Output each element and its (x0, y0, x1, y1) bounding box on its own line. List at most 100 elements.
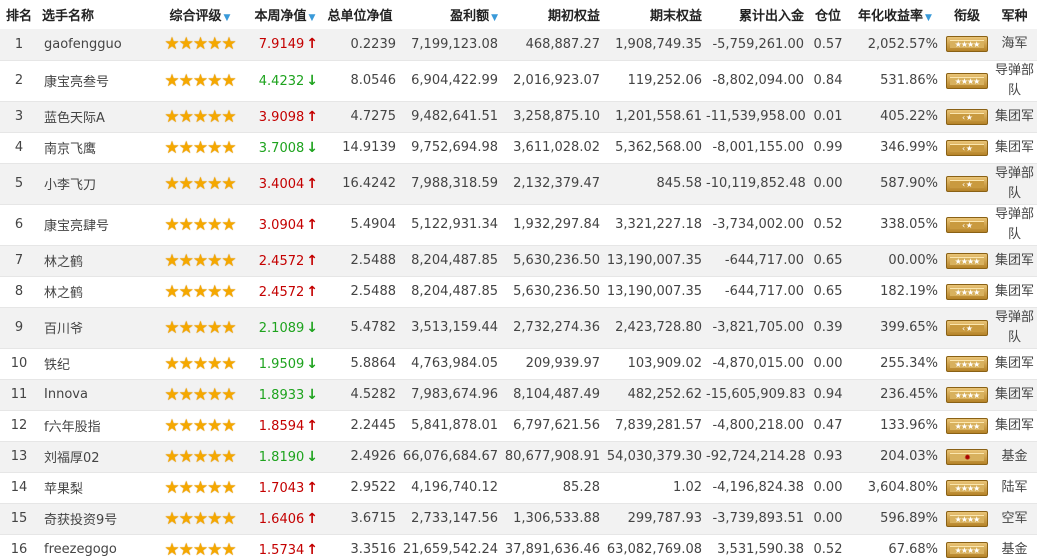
annual-return-cell: 531.86% (848, 60, 942, 102)
rank-cell: 12 (0, 410, 38, 442)
rating-stars: ★★★★★ (150, 472, 250, 504)
rank-badge-icon: ★★★★ (946, 510, 988, 527)
profit-cell: 7,983,674.96 (400, 379, 502, 411)
header-rank: 排名 (5, 9, 32, 24)
annual-return-cell: 346.99% (848, 132, 942, 164)
trend-up-icon: ↑ (306, 36, 318, 53)
end-equity-cell: 299,787.93 (604, 503, 706, 535)
rank-cell: 4 (0, 132, 38, 164)
header-rating[interactable]: 综合评级 ▼ (150, 0, 250, 29)
header-army: 军种 (1001, 9, 1028, 24)
sort-arrow-icon[interactable]: ▼ (309, 13, 316, 23)
rating-stars: ★★★★★ (150, 410, 250, 442)
weekly-nav-cell: 7.9149 ↑ (250, 29, 320, 61)
rating-star-icon: ★ (207, 214, 222, 235)
army-cell: 集团军 (992, 379, 1037, 411)
army-cell: 集团军 (992, 276, 1037, 308)
rating-star-icon: ★ (178, 353, 194, 374)
start-equity-cell: 3,611,028.02 (502, 132, 604, 164)
table-row[interactable]: 10 铁纪 ★★★★★ 1.9509 ↓ 5.8864 4,763,984.05 209,93… (0, 348, 1037, 380)
table-row[interactable]: 8 林之鹤 ★★★★★ 2.4572 ↑ 2.5488 8,204,487.85 5,630,… (0, 276, 1037, 308)
table-row[interactable]: 15 奇获投资9号 ★★★★★ 1.6406 ↑ 3.6715 2,733,147.56 1,… (0, 503, 1037, 535)
weekly-nav-value: 3.0904 (258, 217, 305, 233)
table-row[interactable]: 14 苹果梨 ★★★★★ 1.7043 ↑ 2.9522 4,196,740.12 85.28… (0, 472, 1037, 504)
header-rating-label: 综合评级 (169, 9, 222, 24)
rating-star-icon: ★ (207, 317, 222, 338)
player-name-link[interactable]: 奇获投资9号 (38, 503, 150, 535)
table-row[interactable]: 2 康宝亮叁号 ★★★★★ 4.4232 ↓ 8.0546 6,904,422.99 2,01… (0, 60, 1037, 102)
rating-star-icon: ★ (164, 446, 179, 467)
profit-cell: 7,988,318.59 (400, 163, 502, 205)
cumulative-cell: -3,734,002.00 (706, 204, 808, 246)
table-row[interactable]: 3 蓝色天际A ★★★★★ 3.9098 ↑ 4.7275 9,482,641.51 3,25… (0, 101, 1037, 133)
player-name-link[interactable]: freezegogo (38, 534, 150, 560)
rank-badge-icon: ‹ ★ (946, 319, 988, 336)
position-cell: 0.65 (808, 276, 848, 308)
player-name-link[interactable]: 林之鹤 (38, 245, 150, 277)
player-name-link[interactable]: f六年股指 (38, 410, 150, 442)
rating-star-icon: ★ (207, 281, 222, 302)
rating-stars: ★★★★★ (150, 503, 250, 535)
rank-cell: 8 (0, 276, 38, 308)
player-name-link[interactable]: 刘福厚02 (38, 441, 150, 473)
unit-nav-cell: 4.7275 (320, 101, 400, 133)
sort-arrow-icon[interactable]: ▼ (925, 13, 932, 23)
rank-cell: 11 (0, 379, 38, 411)
table-row[interactable]: 5 小李飞刀 ★★★★★ 3.4004 ↑ 16.4242 7,988,318.59 2,13… (0, 163, 1037, 205)
weekly-nav-cell: 3.4004 ↑ (250, 163, 320, 205)
header-profit[interactable]: 盈利额 ▼ (400, 0, 502, 29)
rank-cell: 9 (0, 307, 38, 349)
player-name-link[interactable]: 康宝亮叁号 (38, 60, 150, 102)
player-name-link[interactable]: 蓝色天际A (38, 101, 150, 133)
player-name-link[interactable]: 林之鹤 (38, 276, 150, 308)
profit-cell: 9,752,694.98 (400, 132, 502, 164)
unit-nav-cell: 4.5282 (320, 379, 400, 411)
rank-badge-icon: ‹ ★ (946, 175, 988, 192)
rank-badge-cell: ★★★★ (942, 60, 992, 102)
weekly-nav-value: 1.8594 (258, 418, 305, 434)
table-row[interactable]: 6 康宝亮肆号 ★★★★★ 3.0904 ↑ 5.4904 5,122,931.34 1,93… (0, 204, 1037, 246)
sort-arrow-icon[interactable]: ▼ (491, 13, 498, 23)
rating-star-icon: ★ (164, 317, 179, 338)
player-name-link[interactable]: 康宝亮肆号 (38, 204, 150, 246)
rating-star-icon: ★ (178, 214, 194, 235)
trend-up-icon: ↑ (306, 510, 318, 527)
position-cell: 0.52 (808, 534, 848, 560)
header-weekly[interactable]: 本周净值 ▼ (250, 0, 320, 29)
profit-cell: 3,513,159.44 (400, 307, 502, 349)
player-name-link[interactable]: gaofengguo (38, 29, 150, 61)
weekly-nav-cell: 3.9098 ↑ (250, 101, 320, 133)
army-cell: 集团军 (992, 245, 1037, 277)
sort-arrow-icon[interactable]: ▼ (224, 13, 231, 23)
rank-badge-cell: ★★★★ (942, 503, 992, 535)
player-name-link[interactable]: 铁纪 (38, 348, 150, 380)
profit-cell: 5,841,878.01 (400, 410, 502, 442)
rating-star-icon: ★ (164, 173, 179, 194)
trend-up-icon: ↑ (306, 417, 318, 434)
table-row[interactable]: 11 Innova ★★★★★ 1.8933 ↓ 4.5282 7,983,674.96 8,… (0, 379, 1037, 411)
rating-star-icon: ★ (207, 508, 222, 529)
rating-star-icon: ★ (192, 317, 208, 338)
player-name-link[interactable]: 小李飞刀 (38, 163, 150, 205)
rating-stars: ★★★★★ (150, 132, 250, 164)
player-name-link[interactable]: Innova (38, 379, 150, 411)
table-row[interactable]: 12 f六年股指 ★★★★★ 1.8594 ↑ 2.2445 5,841,878.01 6,7… (0, 410, 1037, 442)
player-name-link[interactable]: 苹果梨 (38, 472, 150, 504)
player-name-link[interactable]: 百川爷 (38, 307, 150, 349)
header-annual[interactable]: 年化收益率 ▼ (848, 0, 942, 29)
table-row[interactable]: 16 freezegogo ★★★★★ 1.5734 ↑ 3.3516 21,659,542… (0, 534, 1037, 560)
player-name-link[interactable]: 南京飞鹰 (38, 132, 150, 164)
table-row[interactable]: 7 林之鹤 ★★★★★ 2.4572 ↑ 2.5488 8,204,487.85 5,630,… (0, 245, 1037, 277)
table-row[interactable]: 9 百川爷 ★★★★★ 2.1089 ↓ 5.4782 3,513,159.44 2,732,… (0, 307, 1037, 349)
table-row[interactable]: 4 南京飞鹰 ★★★★★ 3.7008 ↓ 14.9139 9,752,694.98 3,61… (0, 132, 1037, 164)
end-equity-cell: 1.02 (604, 472, 706, 504)
cumulative-cell: -8,802,094.00 (706, 60, 808, 102)
rating-stars: ★★★★★ (150, 245, 250, 277)
table-row[interactable]: 13 刘福厚02 ★★★★★ 1.8190 ↓ 2.4926 66,076,684.67 80… (0, 441, 1037, 473)
rank-cell: 14 (0, 472, 38, 504)
profit-cell: 2,733,147.56 (400, 503, 502, 535)
unit-nav-cell: 2.5488 (320, 245, 400, 277)
start-equity-cell: 468,887.27 (502, 29, 604, 61)
position-cell: 0.65 (808, 245, 848, 277)
table-row[interactable]: 1 gaofengguo ★★★★★ 7.9149 ↑ 0.2239 7,199,123.0… (0, 29, 1037, 61)
